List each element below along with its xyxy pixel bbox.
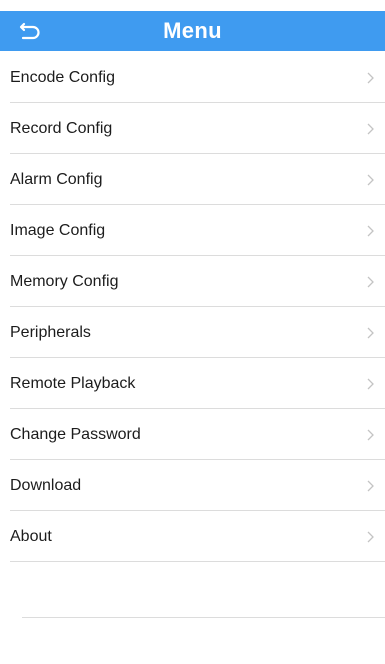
menu-item-encode-config[interactable]: Encode Config (0, 52, 385, 103)
chevron-right-icon (367, 531, 375, 543)
chevron-right-icon (367, 327, 375, 339)
menu-item-label: Encode Config (10, 69, 115, 86)
menu-item-record-config[interactable]: Record Config (0, 103, 385, 154)
menu-item-label: Image Config (10, 222, 106, 239)
menu-item-remote-playback[interactable]: Remote Playback (0, 358, 385, 409)
menu-item-about[interactable]: About (0, 511, 385, 562)
chevron-right-icon (367, 429, 375, 441)
chevron-right-icon (367, 276, 375, 288)
chevron-right-icon (367, 378, 375, 390)
chevron-right-icon (367, 174, 375, 186)
menu-item-label: Change Password (10, 426, 141, 443)
menu-item-label: About (10, 528, 52, 545)
menu-item-label: Alarm Config (10, 171, 103, 188)
chevron-right-icon (367, 225, 375, 237)
chevron-right-icon (367, 480, 375, 492)
menu-item-label: Remote Playback (10, 375, 136, 392)
menu-item-label: Peripherals (10, 324, 91, 341)
menu-item-image-config[interactable]: Image Config (0, 205, 385, 256)
chevron-right-icon (367, 72, 375, 84)
menu-item-label: Memory Config (10, 273, 119, 290)
menu-item-download[interactable]: Download (0, 460, 385, 511)
menu-item-memory-config[interactable]: Memory Config (0, 256, 385, 307)
page-title: Menu (163, 18, 222, 43)
menu-item-label: Record Config (10, 120, 113, 137)
menu-item-label: Download (10, 477, 82, 494)
divider (22, 617, 385, 618)
header-bar: Menu (0, 11, 385, 51)
chevron-right-icon (367, 123, 375, 135)
menu-item-change-password[interactable]: Change Password (0, 409, 385, 460)
menu-item-peripherals[interactable]: Peripherals (0, 307, 385, 358)
menu-list: Encode Config Record Config Alarm Config… (0, 52, 385, 562)
menu-item-alarm-config[interactable]: Alarm Config (0, 154, 385, 205)
